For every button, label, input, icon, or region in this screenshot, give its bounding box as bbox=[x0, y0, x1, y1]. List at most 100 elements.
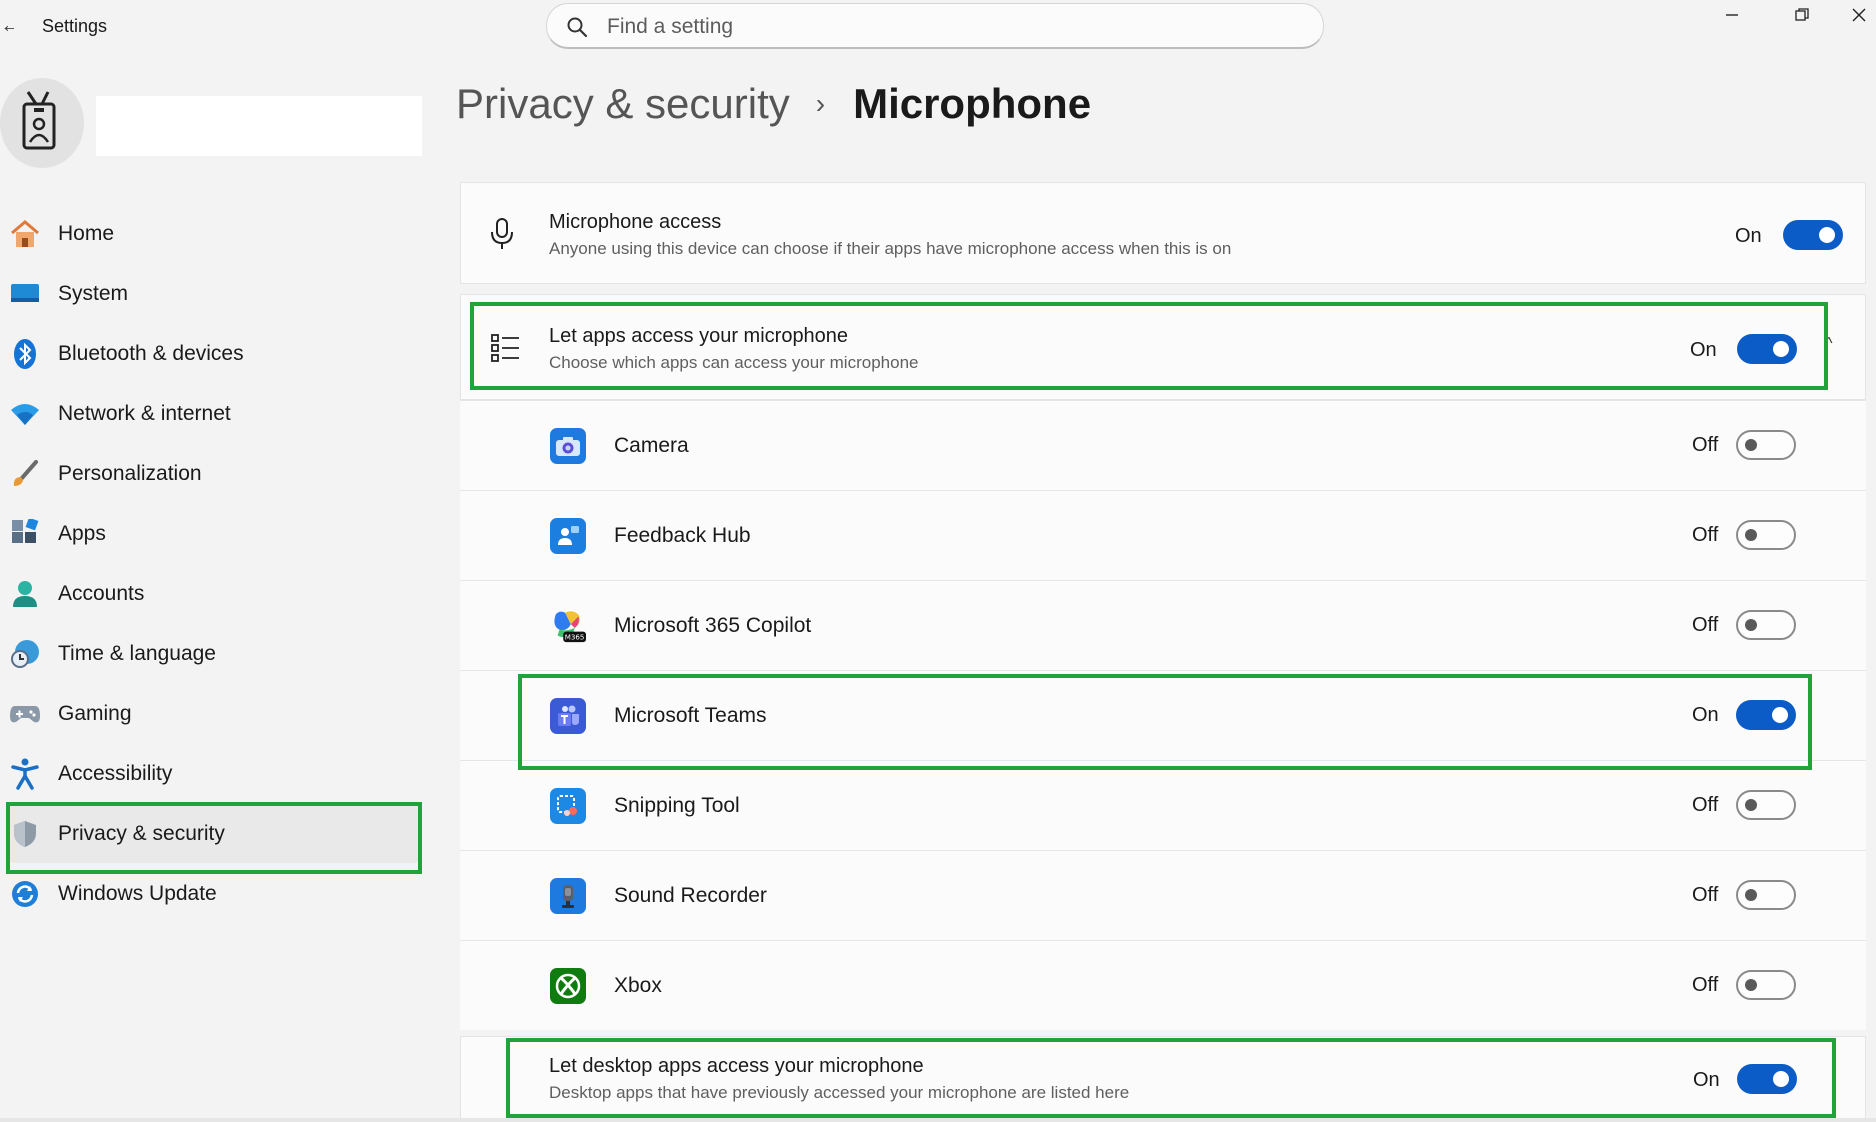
let-apps-state: On bbox=[1690, 339, 1717, 361]
back-arrow-icon[interactable]: ← bbox=[0, 12, 14, 38]
search-icon bbox=[565, 15, 589, 44]
bluetooth-icon bbox=[8, 337, 42, 371]
restore-icon bbox=[1795, 8, 1809, 21]
close-icon bbox=[1852, 8, 1866, 22]
app-state: Off bbox=[1692, 524, 1719, 546]
m365-copilot-toggle[interactable] bbox=[1736, 610, 1796, 640]
list-icon bbox=[491, 333, 521, 368]
toggle-knob bbox=[1745, 799, 1757, 811]
system-icon bbox=[8, 277, 42, 311]
microphone-access-subtitle: Anyone using this device can choose if t… bbox=[549, 239, 1232, 258]
restore-button[interactable] bbox=[1774, 0, 1830, 30]
sound-recorder-icon bbox=[550, 878, 586, 914]
camera-app-icon bbox=[550, 428, 586, 464]
app-state: Off bbox=[1692, 434, 1719, 456]
app-name: Sound Recorder bbox=[614, 884, 767, 907]
update-icon bbox=[8, 877, 42, 911]
xbox-toggle[interactable] bbox=[1736, 970, 1796, 1000]
sidebar-item-gaming[interactable]: Gaming bbox=[8, 685, 420, 743]
toggle-knob bbox=[1745, 619, 1757, 631]
chevron-up-icon[interactable]: ^ bbox=[1825, 335, 1833, 353]
microphone-access-state: On bbox=[1735, 225, 1762, 247]
app-name: Snipping Tool bbox=[614, 794, 740, 817]
sidebar-item-accessibility[interactable]: Accessibility bbox=[8, 745, 420, 803]
toggle-knob bbox=[1745, 889, 1757, 901]
toggle-knob bbox=[1745, 529, 1757, 541]
snipping-tool-icon bbox=[550, 788, 586, 824]
let-apps-title: Let apps access your microphone bbox=[549, 325, 849, 347]
app-row-camera: Camera Off bbox=[460, 400, 1866, 490]
toggle-knob bbox=[1745, 979, 1757, 991]
snipping-tool-toggle[interactable] bbox=[1736, 790, 1796, 820]
teams-icon bbox=[550, 698, 586, 734]
close-button[interactable] bbox=[1842, 0, 1876, 30]
minimize-icon bbox=[1726, 14, 1738, 16]
app-row-sound-recorder: Sound Recorder Off bbox=[460, 850, 1866, 940]
app-state: Off bbox=[1692, 614, 1719, 636]
account-info-box bbox=[96, 96, 422, 156]
app-row-m365-copilot: M365 Microsoft 365 Copilot Off bbox=[460, 580, 1866, 670]
microsoft-teams-toggle[interactable] bbox=[1736, 700, 1796, 730]
sidebar-item-bluetooth[interactable]: Bluetooth & devices bbox=[8, 325, 420, 383]
person-icon bbox=[8, 577, 42, 611]
badge-avatar-icon bbox=[22, 91, 56, 150]
page-title: Microphone bbox=[853, 80, 1092, 127]
search-input[interactable] bbox=[607, 12, 1297, 42]
xbox-icon bbox=[550, 968, 586, 1004]
sidebar-item-accounts[interactable]: Accounts bbox=[8, 565, 420, 623]
wifi-icon bbox=[8, 397, 42, 431]
app-state: On bbox=[1692, 704, 1719, 726]
minimize-button[interactable] bbox=[1704, 0, 1760, 30]
svg-text:M365: M365 bbox=[565, 633, 585, 642]
sidebar-item-home[interactable]: Home bbox=[8, 205, 420, 263]
let-apps-toggle[interactable] bbox=[1737, 334, 1797, 364]
breadcrumb: Privacy & security › Microphone bbox=[456, 74, 1091, 134]
toggle-knob bbox=[1745, 439, 1757, 451]
desktop-apps-title: Let desktop apps access your microphone bbox=[549, 1055, 924, 1077]
app-row-xbox: Xbox Off bbox=[460, 940, 1866, 1030]
avatar[interactable] bbox=[0, 78, 84, 168]
microphone-access-toggle[interactable] bbox=[1783, 220, 1843, 250]
app-state: Off bbox=[1692, 794, 1719, 816]
gamepad-icon bbox=[8, 697, 42, 731]
m365-copilot-icon: M365 bbox=[550, 608, 586, 644]
chevron-right-icon: › bbox=[815, 88, 826, 119]
let-apps-access-card[interactable]: Let apps access your microphone Choose w… bbox=[460, 294, 1866, 400]
app-name: Camera bbox=[614, 434, 689, 457]
sidebar-item-apps[interactable]: Apps bbox=[8, 505, 420, 563]
let-apps-subtitle: Choose which apps can access your microp… bbox=[549, 353, 919, 372]
toggle-knob bbox=[1773, 341, 1789, 357]
sidebar-item-time-language[interactable]: Time & language bbox=[8, 625, 420, 683]
sidebar-item-system[interactable]: System bbox=[8, 265, 420, 323]
globe-clock-icon bbox=[8, 637, 42, 671]
search-box[interactable] bbox=[546, 3, 1324, 49]
app-name: Xbox bbox=[614, 974, 662, 997]
sidebar-item-privacy-security[interactable]: Privacy & security bbox=[8, 805, 420, 863]
app-row-snipping-tool: Snipping Tool Off bbox=[460, 760, 1866, 850]
desktop-apps-subtitle: Desktop apps that have previously access… bbox=[549, 1083, 1130, 1102]
toggle-knob bbox=[1772, 707, 1788, 723]
microphone-icon bbox=[489, 217, 515, 256]
sound-recorder-toggle[interactable] bbox=[1736, 880, 1796, 910]
app-title: Settings bbox=[42, 16, 108, 36]
sidebar-item-network[interactable]: Network & internet bbox=[8, 385, 420, 443]
shield-icon bbox=[8, 817, 42, 851]
toggle-knob bbox=[1773, 1071, 1789, 1087]
bottom-divider bbox=[0, 1118, 1876, 1122]
camera-toggle[interactable] bbox=[1736, 430, 1796, 460]
app-name: Feedback Hub bbox=[614, 524, 751, 547]
feedback-hub-icon bbox=[550, 518, 586, 554]
toggle-knob bbox=[1819, 227, 1835, 243]
title-bar: ← Settings bbox=[0, 0, 1876, 52]
brush-icon bbox=[8, 457, 42, 491]
sidebar-item-windows-update[interactable]: Windows Update bbox=[8, 865, 420, 923]
desktop-apps-toggle[interactable] bbox=[1737, 1064, 1797, 1094]
sidebar-item-personalization[interactable]: Personalization bbox=[8, 445, 420, 503]
apps-icon bbox=[8, 517, 42, 551]
app-state: Off bbox=[1692, 974, 1719, 996]
app-state: Off bbox=[1692, 884, 1719, 906]
home-icon bbox=[8, 217, 42, 251]
desktop-apps-card: Let desktop apps access your microphone … bbox=[460, 1036, 1866, 1120]
feedback-hub-toggle[interactable] bbox=[1736, 520, 1796, 550]
breadcrumb-parent[interactable]: Privacy & security bbox=[456, 80, 790, 128]
